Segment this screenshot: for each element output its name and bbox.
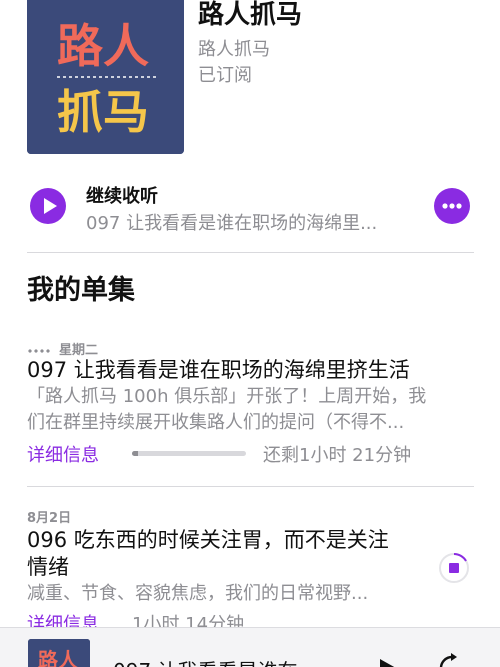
mini-artwork-char: 路人	[38, 648, 79, 667]
episode-title-line2[interactable]: 情绪	[27, 553, 69, 581]
episode-details-link[interactable]: 详细信息	[27, 441, 99, 467]
episode-date: 8月2日	[27, 511, 72, 526]
mini-player-artwork: 路人	[28, 639, 90, 667]
episode-progress-fill	[132, 451, 138, 456]
podcast-title: 路人抓马	[198, 0, 303, 30]
podcast-author[interactable]: 路人抓马	[198, 35, 270, 61]
episode-description-line1: 减重、节食、容貌焦虑，我们的日常视野...	[27, 583, 369, 604]
episode-title[interactable]: 097 让我看看是谁在职场的海绵里挤生活	[27, 356, 410, 384]
continue-label[interactable]: 继续收听	[86, 182, 158, 208]
play-icon	[44, 198, 57, 214]
more-button[interactable]	[434, 188, 470, 224]
section-title: 我的单集	[27, 275, 135, 306]
artwork-logo: 路人 抓马	[27, 0, 184, 154]
episode-description-line1: 「路人抓马 100h 俱乐部」开张了！上周开始，我	[27, 386, 427, 407]
divider	[27, 486, 474, 487]
download-stop-icon	[439, 553, 469, 583]
ellipsis-dots-icon	[27, 348, 51, 353]
episode-progress-bar	[132, 451, 246, 456]
skip-forward-button[interactable]	[437, 652, 467, 667]
download-stop-button[interactable]	[437, 551, 471, 585]
episode-description-line2: 们在群里持续展开收集路人们的提问（不得不...	[27, 412, 405, 433]
mini-player[interactable]: 路人 097 让我看看是谁在	[0, 627, 500, 667]
skip-forward-icon	[439, 653, 457, 667]
episode-remaining-time: 还剩1小时 21分钟	[263, 445, 412, 466]
mini-play-button[interactable]	[375, 656, 399, 667]
mini-artwork-logo: 路人	[28, 639, 90, 667]
artwork-char-2: 抓马	[57, 85, 149, 139]
mini-player-title[interactable]: 097 让我看看是谁在	[113, 655, 298, 667]
podcast-artwork: 路人 抓马	[27, 0, 184, 154]
divider	[27, 252, 474, 253]
continue-play-button[interactable]	[30, 188, 66, 224]
subscription-status: 已订阅	[198, 65, 252, 86]
mini-play-icon	[380, 659, 395, 667]
continue-episode-title[interactable]: 097 让我看看是谁在职场的海绵里...	[86, 209, 416, 235]
more-icon	[442, 203, 462, 209]
episode-title-line1[interactable]: 096 吃东西的时候关注胃，而不是关注	[27, 526, 389, 554]
artwork-char-1: 路人	[57, 19, 149, 73]
